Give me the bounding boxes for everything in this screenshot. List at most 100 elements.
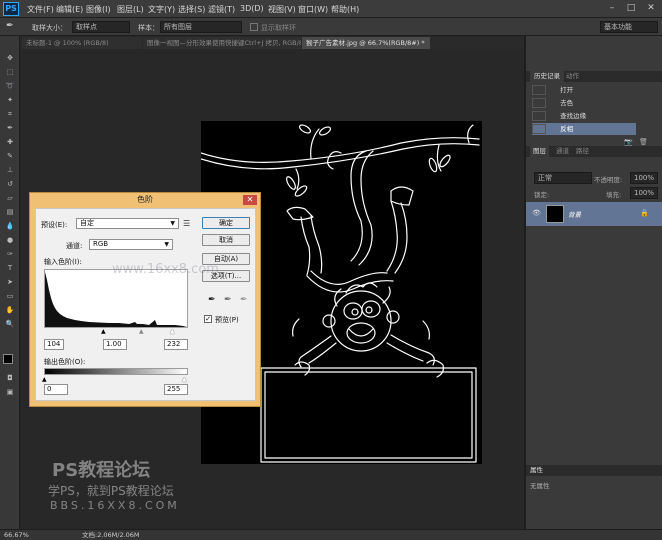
marquee-tool-icon[interactable]: ⬚ [5,68,15,76]
tab-history[interactable]: 历史记录 [530,71,564,82]
dodge-tool-icon[interactable]: ● [5,236,15,244]
maximize-icon[interactable]: □ [625,3,637,14]
cancel-button[interactable]: 取消 [202,234,250,246]
menu-3d[interactable]: 3D(D) [240,4,264,13]
menu-filter[interactable]: 滤镜(T) [208,4,235,15]
quick-mask-icon[interactable]: ◘ [5,374,15,382]
foreground-color-swatch[interactable] [3,354,13,364]
menu-select[interactable]: 选择(S) [178,4,205,15]
channel-dropdown[interactable]: RGB ▼ [89,239,173,250]
history-item[interactable]: 打开 [532,84,636,96]
show-ring-label: 显示取样环 [261,24,296,32]
dialog-body: 预设(E): 自定 ▼ ☰ 通道: RGB ▼ 输入色阶(I): ▲ ▲ ▲ 1… [35,208,256,401]
eyedropper-icon[interactable]: ✒ [6,21,14,31]
black-point-slider[interactable]: ▲ [101,328,106,335]
preset-menu-icon[interactable]: ☰ [183,219,190,228]
menu-window[interactable]: 窗口(W) [298,4,328,15]
history-item[interactable]: 去色 [532,97,636,109]
white-eyedropper-icon[interactable]: ✒ [240,295,248,305]
layer-row-background[interactable]: 👁 背景 🔒 [526,202,662,226]
history-item[interactable]: 查找边缘 [532,110,636,122]
shape-tool-icon[interactable]: ▭ [5,292,15,300]
screen-mode-icon[interactable]: ▣ [5,388,15,396]
white-point-slider[interactable]: ▲ [170,328,175,335]
menu-layer[interactable]: 图层(L) [117,4,144,15]
move-tool-icon[interactable]: ✥ [5,54,15,62]
levels-dialog: 色阶 ✕ 预设(E): 自定 ▼ ☰ 通道: RGB ▼ 输入色阶(I): ▲ … [29,192,261,407]
tab-fractal[interactable]: 图像一视图—分形效果使用快捷键Ctrl+J 拷贝, RGB/8) * [143,37,301,49]
pen-tool-icon[interactable]: ✑ [5,250,15,258]
menu-type[interactable]: 文字(Y) [148,4,175,15]
black-eyedropper-icon[interactable]: ✒ [208,295,216,305]
menu-edit[interactable]: 编辑(E) [56,4,83,15]
hand-tool-icon[interactable]: ✋ [5,306,15,314]
opacity-field[interactable]: 100% [630,172,658,184]
gamma-slider[interactable]: ▲ [139,328,144,335]
doc-size: 文档:2.06M/2.06M [82,531,140,539]
menu-image[interactable]: 图像(I) [86,4,111,15]
preview-checkbox[interactable]: ✓ [204,315,212,323]
delete-icon[interactable]: 🗑 [639,138,648,146]
show-ring-checkbox[interactable] [250,23,258,31]
gray-eyedropper-icon[interactable]: ✒ [224,295,232,305]
zoom-level[interactable]: 66.67% [4,530,29,540]
camera-icon[interactable]: 📷 [624,138,633,146]
input-white-field[interactable]: 232 [164,339,188,350]
zoom-tool-icon[interactable]: 🔍 [5,320,15,328]
history-brush-icon[interactable]: ↺ [5,180,15,188]
output-white-field[interactable]: 255 [164,384,188,395]
histogram [44,269,188,328]
path-select-icon[interactable]: ➤ [5,278,15,286]
fill-field[interactable]: 100% [630,187,658,199]
history-item-selected[interactable]: 反相 [532,123,636,135]
photoshop-logo: PS [3,2,19,16]
lasso-tool-icon[interactable]: ➰ [5,82,15,90]
tab-untitled[interactable]: 未标题-1 @ 100% (RGB/8) [22,37,142,49]
quick-select-tool-icon[interactable]: ✦ [5,96,15,104]
menu-file[interactable]: 文件(F) [27,4,54,15]
minimize-icon[interactable]: – [606,3,618,14]
input-black-field[interactable]: 104 [44,339,64,350]
preset-dropdown[interactable]: 自定 ▼ [76,218,179,229]
tab-layers[interactable]: 图层 [530,146,549,157]
type-tool-icon[interactable]: T [5,264,15,272]
menu-bar: PS 文件(F) 编辑(E) 图像(I) 图层(L) 文字(Y) 选择(S) 滤… [0,0,662,18]
sample-size-dropdown[interactable]: 取样点 [72,21,130,33]
histogram-graph [45,272,187,327]
dialog-close-button[interactable]: ✕ [243,195,257,205]
properties-title: 属性 [530,466,543,474]
blur-tool-icon[interactable]: 💧 [5,222,15,230]
blend-mode-dropdown[interactable]: 正常 [534,172,592,184]
properties-content: 无属性 [530,482,550,490]
menu-help[interactable]: 帮助(H) [331,4,359,15]
tab-monkey-doc[interactable]: 猴子广告素材.jpg @ 66.7%(RGB/8#) * [302,37,430,49]
ok-button[interactable]: 确定 [202,217,250,229]
eyedropper-tool-icon[interactable]: ✒ [5,124,15,132]
output-black-field[interactable]: 0 [44,384,68,395]
brush-tool-icon[interactable]: ✎ [5,152,15,160]
eye-icon[interactable]: 👁 [532,209,541,217]
watermark-slogan: 学PS，就到PS教程论坛 [48,484,174,498]
output-black-slider[interactable]: ▲ [42,376,47,383]
workspace-dropdown[interactable]: 基本功能 [600,21,658,33]
input-slider-track[interactable]: ▲ ▲ ▲ [44,328,188,335]
layer-thumbnail [546,205,564,223]
input-gamma-field[interactable]: 1.00 [103,339,127,350]
dialog-title: 色阶 [137,195,153,204]
tab-channels[interactable]: 通道 [556,146,569,157]
eraser-tool-icon[interactable]: ▱ [5,194,15,202]
layer-name[interactable]: 背景 [568,209,581,219]
healing-tool-icon[interactable]: ✚ [5,138,15,146]
history-list: 打开 去色 查找边缘 反相 📷 🗑 [526,82,662,152]
close-icon[interactable]: ✕ [645,3,657,14]
menu-view[interactable]: 视图(V) [268,4,296,15]
lock-icon: 🔒 [640,209,649,217]
output-white-slider[interactable]: ▲ [182,376,187,383]
tab-actions[interactable]: 动作 [566,71,579,82]
channel-label: 通道: [66,242,83,250]
gradient-tool-icon[interactable]: ▤ [5,208,15,216]
tab-paths[interactable]: 路径 [576,146,589,157]
stamp-tool-icon[interactable]: ⊥ [5,166,15,174]
crop-tool-icon[interactable]: ⌗ [5,110,15,118]
sample-dropdown[interactable]: 所有图层 [160,21,242,33]
